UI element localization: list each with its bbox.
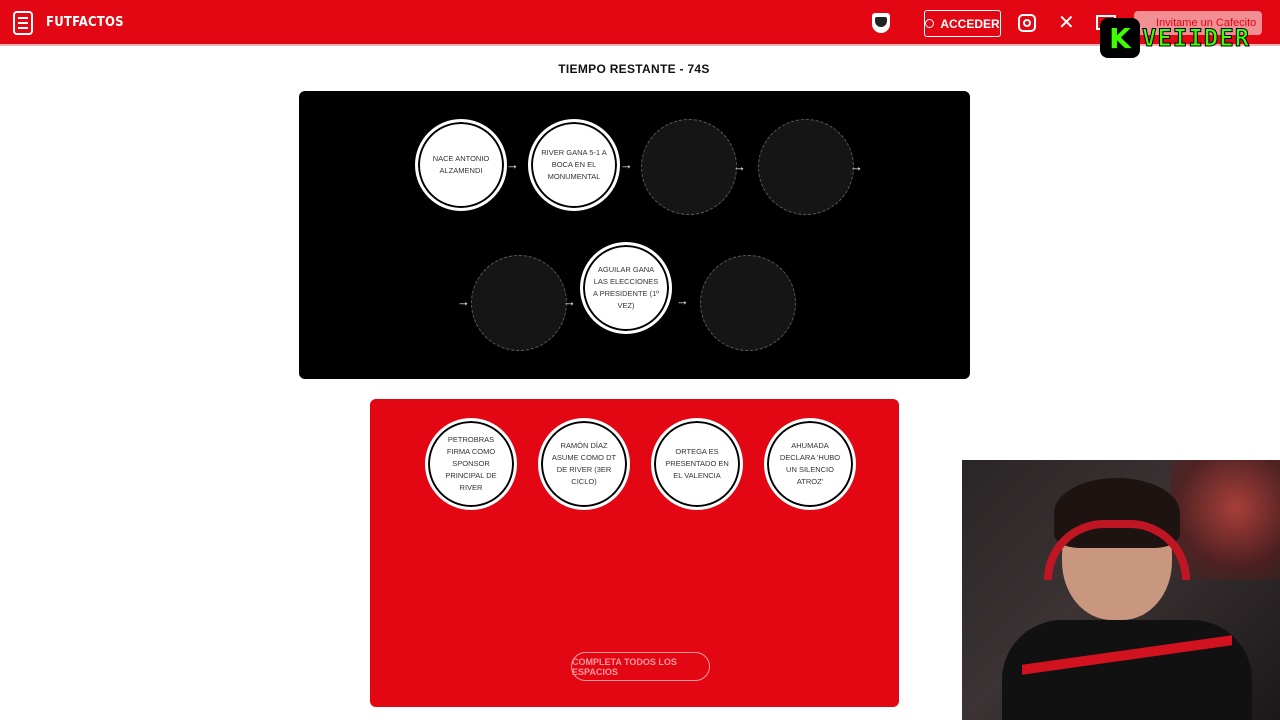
event-card-text: AHUMADA DECLARA 'HUBO UN SILENCIO ATROZ' — [779, 441, 841, 486]
timeline-slot-4[interactable] — [758, 119, 854, 215]
timeline-slot-6[interactable]: AGUILAR GANA LAS ELECCIONES A PRESIDENTE… — [581, 243, 671, 333]
timeline-slot-1[interactable]: NACE ANTONIO ALZAMENDI — [416, 120, 506, 210]
time-remaining: TIEMPO RESTANTE - 74S — [558, 62, 710, 76]
event-card[interactable]: AHUMADA DECLARA 'HUBO UN SILENCIO ATROZ' — [765, 419, 855, 509]
complete-button[interactable]: COMPLETA TODOS LOS ESPACIOS — [571, 652, 710, 681]
options-board: PETROBRAS FIRMA COMO SPONSOR PRINCIPAL D… — [370, 399, 899, 707]
brand-name[interactable]: FUTFACTOS — [46, 15, 124, 30]
user-icon — [925, 19, 935, 28]
arrow-right-icon: → — [850, 159, 863, 174]
event-card[interactable]: ORTEGA ES PRESENTADO EN EL VALENCIA — [652, 419, 742, 509]
login-label: ACCEDER — [940, 16, 1000, 31]
timeline-slot-text: RIVER GANA 5-1 A BOCA EN EL MONUMENTAL — [541, 148, 607, 181]
x-twitter-icon[interactable]: ✕ — [1058, 11, 1075, 35]
timeline-slot-3[interactable] — [641, 119, 737, 215]
event-card[interactable]: PETROBRAS FIRMA COMO SPONSOR PRINCIPAL D… — [426, 419, 516, 509]
arrow-right-icon: → — [733, 159, 746, 174]
timeline-slot-2[interactable]: RIVER GANA 5-1 A BOCA EN EL MONUMENTAL — [529, 120, 619, 210]
kick-badge: K — [1100, 18, 1140, 58]
event-card-text: ORTEGA ES PRESENTADO EN EL VALENCIA — [665, 447, 729, 480]
timeline-slot-text: AGUILAR GANA LAS ELECCIONES A PRESIDENTE… — [592, 265, 660, 310]
timeline-slot-text: NACE ANTONIO ALZAMENDI — [432, 154, 490, 175]
webcam-feed — [962, 460, 1280, 720]
login-button[interactable]: ACCEDER — [924, 10, 1001, 37]
top-header: FUTFACTOS ACCEDER ✕ Invitame un Cafecito — [0, 0, 1280, 46]
arrow-right-icon: → — [457, 294, 470, 309]
arrow-right-icon: → — [506, 157, 519, 172]
futfactos-logo-icon[interactable] — [13, 11, 33, 35]
event-card[interactable]: RAMÓN DÍAZ ASUME COMO DT DE RIVER (3ER C… — [539, 419, 629, 509]
arrow-right-icon: → — [620, 157, 633, 172]
timeline-slot-7[interactable] — [700, 255, 796, 351]
club-shield-icon[interactable] — [872, 13, 890, 33]
arrow-right-icon: → — [676, 293, 689, 308]
timeline-board: NACE ANTONIO ALZAMENDI → RIVER GANA 5-1 … — [299, 91, 970, 379]
timeline-slot-5[interactable] — [471, 255, 567, 351]
arrow-right-icon: → — [563, 294, 576, 309]
event-card-text: PETROBRAS FIRMA COMO SPONSOR PRINCIPAL D… — [445, 435, 497, 492]
event-card-text: RAMÓN DÍAZ ASUME COMO DT DE RIVER (3ER C… — [551, 441, 617, 486]
streamer-name: VEIIDER — [1141, 24, 1251, 53]
instagram-icon[interactable] — [1018, 14, 1036, 32]
